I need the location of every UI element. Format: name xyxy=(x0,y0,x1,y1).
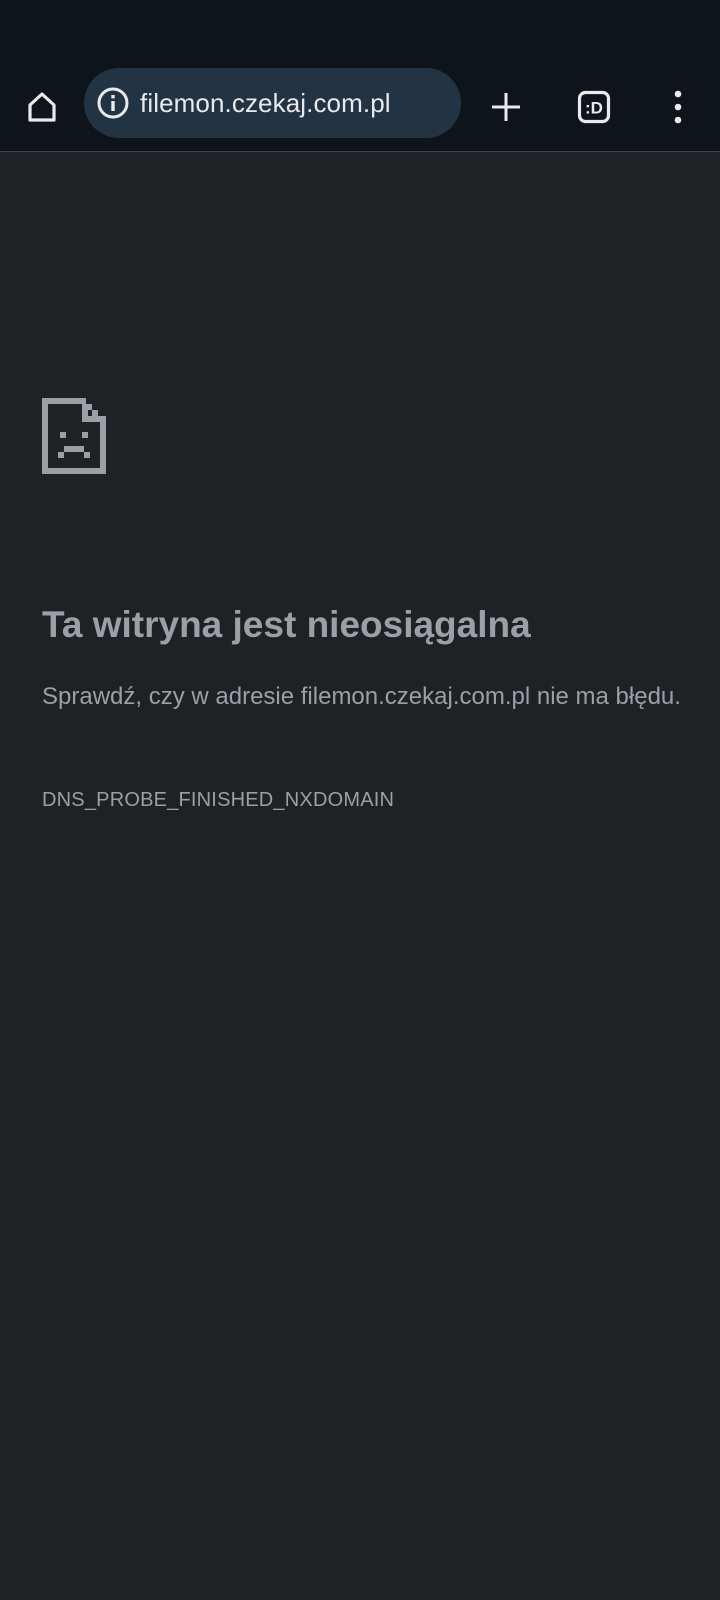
tab-switcher-label: :D xyxy=(585,99,603,118)
tab-switcher-icon: :D xyxy=(577,90,611,124)
status-bar xyxy=(0,0,720,62)
browser-toolbar: filemon.czekaj.com.pl :D xyxy=(0,62,720,152)
address-bar[interactable]: filemon.czekaj.com.pl xyxy=(84,68,461,138)
more-vertical-icon xyxy=(674,90,682,124)
error-page: Ta witryna jest nieosiągalna Sprawdź, cz… xyxy=(0,152,720,1600)
home-button[interactable] xyxy=(14,79,70,135)
sad-document-icon xyxy=(42,398,106,474)
error-description: Sprawdź, czy w adresie filemon.czekaj.co… xyxy=(42,683,681,710)
new-tab-button[interactable] xyxy=(478,79,534,135)
menu-button[interactable] xyxy=(650,79,706,135)
error-code: DNS_PROBE_FINISHED_NXDOMAIN xyxy=(42,789,395,811)
url-text: filemon.czekaj.com.pl xyxy=(140,87,391,118)
error-title: Ta witryna jest nieosiągalna xyxy=(42,604,531,645)
tab-switcher-button[interactable]: :D xyxy=(566,79,622,135)
info-icon[interactable] xyxy=(96,86,130,120)
home-icon xyxy=(28,92,56,122)
plus-icon xyxy=(492,93,520,121)
